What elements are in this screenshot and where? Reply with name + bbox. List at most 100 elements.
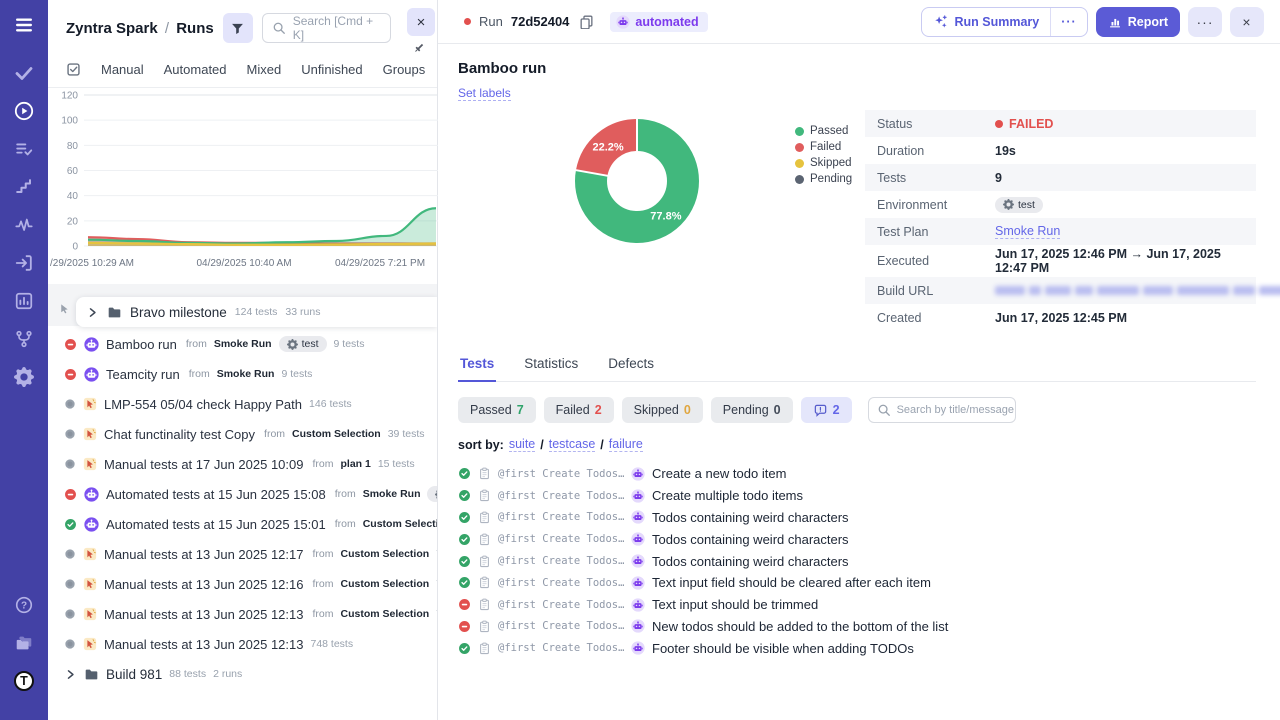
robot-icon xyxy=(84,367,99,382)
run-name[interactable]: Manual tests at 17 Jun 2025 10:09 xyxy=(104,457,303,472)
runs-search-input[interactable]: Search [Cmd + K] xyxy=(262,13,391,43)
sort-link-suite[interactable]: suite xyxy=(509,437,535,452)
copy-run-id-button[interactable] xyxy=(577,12,596,31)
projects-icon[interactable] xyxy=(13,632,35,654)
test-title[interactable]: Footer should be visible when adding TOD… xyxy=(652,641,914,656)
logo-icon[interactable]: T xyxy=(13,670,35,692)
set-labels-link[interactable]: Set labels xyxy=(458,86,511,101)
import-icon[interactable] xyxy=(13,252,35,274)
analytics-icon[interactable] xyxy=(13,290,35,312)
branches-icon[interactable] xyxy=(13,328,35,350)
runs-tab-automated[interactable]: Automated xyxy=(164,62,227,77)
test-suite[interactable]: @first Create Todos… xyxy=(498,642,624,654)
tab-defects[interactable]: Defects xyxy=(606,350,656,381)
tests-icon[interactable] xyxy=(13,62,35,84)
run-summary-more-button[interactable]: ··· xyxy=(1050,8,1087,36)
sort-link-failure[interactable]: failure xyxy=(609,437,643,452)
filter-button[interactable] xyxy=(223,13,253,43)
close-run-button[interactable]: × xyxy=(1230,7,1264,37)
test-title[interactable]: Create a new todo item xyxy=(652,466,786,481)
test-suite[interactable]: @first Create Todos… xyxy=(498,533,624,545)
test-title[interactable]: Todos containing weird characters xyxy=(652,554,849,569)
test-row[interactable]: @first Create Todos… Create a new todo it… xyxy=(458,463,1256,485)
runs-tab-groups[interactable]: Groups xyxy=(383,62,426,77)
runs-tab-unfinished[interactable]: Unfinished xyxy=(301,62,362,77)
test-suite[interactable]: @first Create Todos… xyxy=(498,555,624,567)
test-plan-link[interactable]: Smoke Run xyxy=(995,224,1060,239)
run-row[interactable]: Automated tests at 15 Jun 2025 15:01from… xyxy=(48,509,437,539)
test-row[interactable]: @first Create Todos… Todos containing wei… xyxy=(458,550,1256,572)
more-actions-button[interactable]: ··· xyxy=(1188,7,1222,37)
run-name[interactable]: Automated tests at 15 Jun 2025 15:01 xyxy=(106,517,326,532)
steps-icon[interactable] xyxy=(13,176,35,198)
run-name[interactable]: Teamcity run xyxy=(106,367,180,382)
filter-pill-pending[interactable]: Pending0 xyxy=(711,397,793,423)
select-runs-checkbox-icon[interactable] xyxy=(66,62,81,77)
panel-close-button[interactable]: × xyxy=(407,8,435,36)
test-title[interactable]: Text input field should be cleared after… xyxy=(652,575,931,590)
test-title[interactable]: Todos containing weird characters xyxy=(652,532,849,547)
test-row[interactable]: @first Create Todos… Text input should be… xyxy=(458,594,1256,616)
run-summary-button[interactable]: Run Summary xyxy=(922,8,1050,36)
runs-tab-manual[interactable]: Manual xyxy=(101,62,144,77)
tab-tests[interactable]: Tests xyxy=(458,350,496,382)
folder-name[interactable]: Bravo milestone xyxy=(130,305,227,320)
pin-icon[interactable] xyxy=(413,42,425,54)
filter-pill-failed[interactable]: Failed2 xyxy=(544,397,614,423)
run-row[interactable]: Manual tests at 13 Jun 2025 12:13748 tes… xyxy=(48,629,437,659)
report-button[interactable]: Report xyxy=(1096,7,1180,37)
test-title[interactable]: Todos containing weird characters xyxy=(652,510,849,525)
run-name[interactable]: Manual tests at 13 Jun 2025 12:13 xyxy=(104,637,303,652)
test-suite[interactable]: @first Create Todos… xyxy=(498,599,624,611)
tests-search-input[interactable]: Search by title/message xyxy=(868,397,1016,423)
test-suite[interactable]: @first Create Todos… xyxy=(498,511,624,523)
run-row[interactable]: Manual tests at 13 Jun 2025 12:16fromCus… xyxy=(48,569,437,599)
plans-icon[interactable] xyxy=(13,138,35,160)
run-name[interactable]: Manual tests at 13 Jun 2025 12:13 xyxy=(104,607,303,622)
test-title[interactable]: Create multiple todo items xyxy=(652,488,803,503)
settings-icon[interactable] xyxy=(13,366,35,388)
tab-statistics[interactable]: Statistics xyxy=(522,350,580,381)
run-name[interactable]: Bamboo run xyxy=(106,337,177,352)
test-suite[interactable]: @first Create Todos… xyxy=(498,577,624,589)
run-name[interactable]: Automated tests at 15 Jun 2025 15:08 xyxy=(106,487,326,502)
run-name[interactable]: Manual tests at 13 Jun 2025 12:17 xyxy=(104,547,303,562)
test-title[interactable]: New todos should be added to the bottom … xyxy=(652,619,948,634)
sort-link-testcase[interactable]: testcase xyxy=(549,437,596,452)
test-row[interactable]: @first Create Todos… Footer should be vis… xyxy=(458,637,1256,659)
test-row[interactable]: @first Create Todos… Text input field sho… xyxy=(458,572,1256,594)
runs-icon[interactable] xyxy=(13,100,35,122)
filter-pill-passed[interactable]: Passed7 xyxy=(458,397,536,423)
folder-row[interactable]: Build 98188 tests2 runs xyxy=(48,659,437,689)
test-title[interactable]: Text input should be trimmed xyxy=(652,597,818,612)
run-row[interactable]: Chat functinality test CopyfromCustom Se… xyxy=(48,419,437,449)
run-row[interactable]: Teamcity runfromSmoke Run9 tests xyxy=(48,359,437,389)
run-row[interactable]: Bamboo runfromSmoke Runtest9 tests xyxy=(48,329,437,359)
test-row[interactable]: @first Create Todos… Create multiple todo… xyxy=(458,485,1256,507)
chevron-right-icon[interactable] xyxy=(86,306,99,319)
run-name[interactable]: LMP-554 05/04 check Happy Path xyxy=(104,397,302,412)
test-row[interactable]: @first Create Todos… Todos containing wei… xyxy=(458,507,1256,529)
run-row[interactable]: LMP-554 05/04 check Happy Path146 tests xyxy=(48,389,437,419)
test-suite[interactable]: @first Create Todos… xyxy=(498,468,624,480)
breadcrumb-project[interactable]: Zyntra Spark xyxy=(66,20,158,37)
menu-icon[interactable] xyxy=(13,14,35,36)
folder-name[interactable]: Build 981 xyxy=(106,667,162,682)
help-icon[interactable]: ? xyxy=(13,594,35,616)
milestone-row[interactable]: Bravo milestone124 tests33 runs xyxy=(76,297,437,327)
test-row[interactable]: @first Create Todos… New todos should be … xyxy=(458,616,1256,638)
filter-pill-skipped[interactable]: Skipped0 xyxy=(622,397,703,423)
test-suite[interactable]: @first Create Todos… xyxy=(498,620,624,632)
test-suite[interactable]: @first Create Todos… xyxy=(498,490,624,502)
run-name[interactable]: Chat functinality test Copy xyxy=(104,427,255,442)
run-row[interactable]: Manual tests at 17 Jun 2025 10:09frompla… xyxy=(48,449,437,479)
run-row[interactable]: Manual tests at 13 Jun 2025 12:17fromCus… xyxy=(48,539,437,569)
run-row[interactable]: Automated tests at 15 Jun 2025 15:08from… xyxy=(48,479,437,509)
pulse-icon[interactable] xyxy=(13,214,35,236)
test-row[interactable]: @first Create Todos… Todos containing wei… xyxy=(458,528,1256,550)
run-name[interactable]: Manual tests at 13 Jun 2025 12:16 xyxy=(104,577,303,592)
chevron-right-icon[interactable] xyxy=(64,668,77,681)
runs-tab-mixed[interactable]: Mixed xyxy=(247,62,282,77)
comments-filter-pill[interactable]: 2 xyxy=(801,397,852,423)
run-row[interactable]: Manual tests at 13 Jun 2025 12:13fromCus… xyxy=(48,599,437,629)
